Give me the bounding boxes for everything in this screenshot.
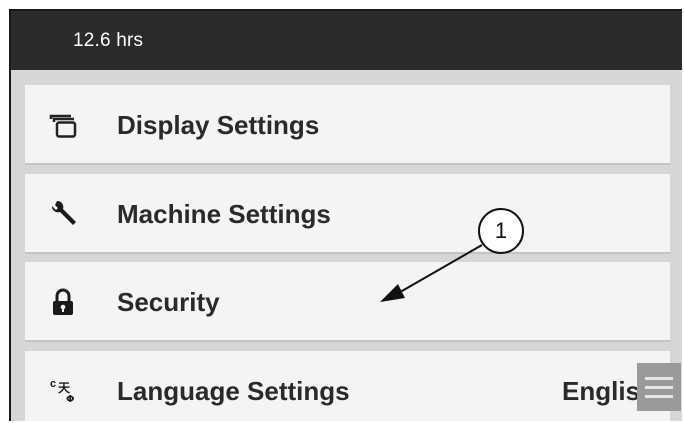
callout-arrow — [380, 244, 483, 302]
callout-badge: 1 — [478, 208, 524, 254]
